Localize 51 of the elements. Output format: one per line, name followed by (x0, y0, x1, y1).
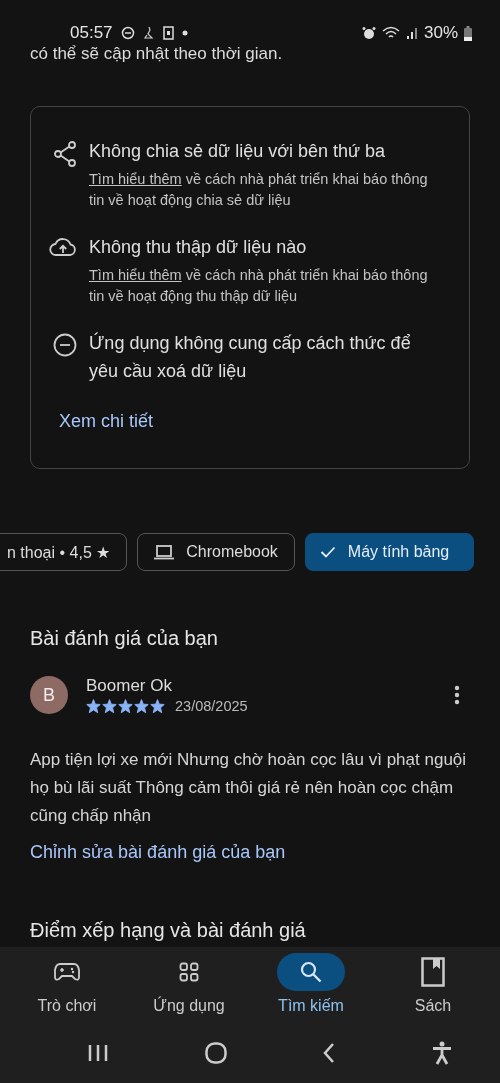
nav-tab[interactable]: Tìm kiếm (256, 953, 366, 1031)
battery-icon (464, 25, 472, 41)
battery-percent: 30% (423, 23, 458, 43)
more-options-icon[interactable] (454, 685, 460, 705)
learn-more-link[interactable]: Tìm hiểu thêm (89, 267, 182, 283)
data-safety-title: Không chia sẻ dữ liệu với bên thứ ba (89, 140, 387, 163)
star-icon (150, 699, 165, 713)
review-date: 23/08/2025 (175, 698, 248, 714)
signal-icon (405, 26, 418, 40)
alarm-icon (361, 26, 376, 40)
cloud-upload-icon (49, 237, 77, 257)
back-icon[interactable] (323, 1043, 336, 1063)
star-icon (86, 699, 101, 713)
section-heading: Điểm xếp hạng và bài đánh giá (30, 919, 307, 942)
author-name: Boomer Ok (86, 676, 173, 696)
data-safety-note: Tìm hiểu thêm về cách nhà phát triển khai báo thông tin về hoạt động thu thập dữ liệu (89, 266, 429, 306)
bookmark-book-icon (421, 957, 445, 987)
data-safety-title: Không thu thập dữ liệu nào (89, 236, 308, 259)
dot-icon (181, 30, 188, 36)
search-icon (300, 961, 322, 983)
gamepad-icon (54, 962, 80, 982)
nav-tab[interactable]: Sách (378, 953, 488, 1031)
status-time: 05:57 (70, 23, 113, 43)
home-icon[interactable] (204, 1042, 227, 1064)
section-heading: Bài đánh giá của bạn (30, 627, 219, 650)
nav-tab[interactable]: Trò chơi (12, 953, 122, 1031)
device-chip[interactable]: n thoại • 4,5 ★ (0, 533, 128, 571)
star-icon (134, 699, 149, 713)
sim-card-icon (162, 26, 174, 40)
learn-more-link[interactable]: Tìm hiểu thêm (89, 171, 182, 187)
star-icon (118, 699, 133, 713)
apps-grid-icon (179, 962, 199, 982)
edit-review-link[interactable]: Chỉnh sửa bài đánh giá của bạn (30, 842, 286, 863)
do-not-disturb-icon (120, 26, 135, 40)
body-text: có thể sẽ cập nhật theo thời gian. (30, 44, 284, 64)
laptop-icon (154, 544, 175, 560)
device-chip[interactable]: Máy tính bảng (304, 533, 475, 571)
star-icon (102, 699, 117, 713)
data-safety-title: Ứng dụng không cung cấp cách thức để yêu cầu xoá dữ liệu (89, 331, 412, 383)
minus-circle-icon (53, 333, 77, 357)
accessibility-icon[interactable] (431, 1041, 452, 1065)
review-text: App tiện lợi xe mới Nhưng chờ hoàn cọc lâu vì phạt nguội họ bù lãi suất Thông cảm thôi giá rẻ nên hoàn cọc chậm cũng chấp nhận (30, 749, 468, 827)
avatar: B (30, 676, 68, 714)
device-chip[interactable]: Chromebook (137, 533, 295, 571)
wifi-icon (381, 26, 400, 40)
recent-apps-icon[interactable] (88, 1044, 109, 1062)
check-icon (319, 546, 336, 558)
data-safety-note: Tìm hiểu thêm về cách nhà phát triển khai báo thông tin về hoạt động chia sẻ dữ liệu (89, 170, 429, 210)
nav-tab[interactable]: Ứng dụng (134, 953, 244, 1031)
see-details-link[interactable]: Xem chi tiết (59, 411, 154, 432)
share-icon (53, 141, 77, 167)
